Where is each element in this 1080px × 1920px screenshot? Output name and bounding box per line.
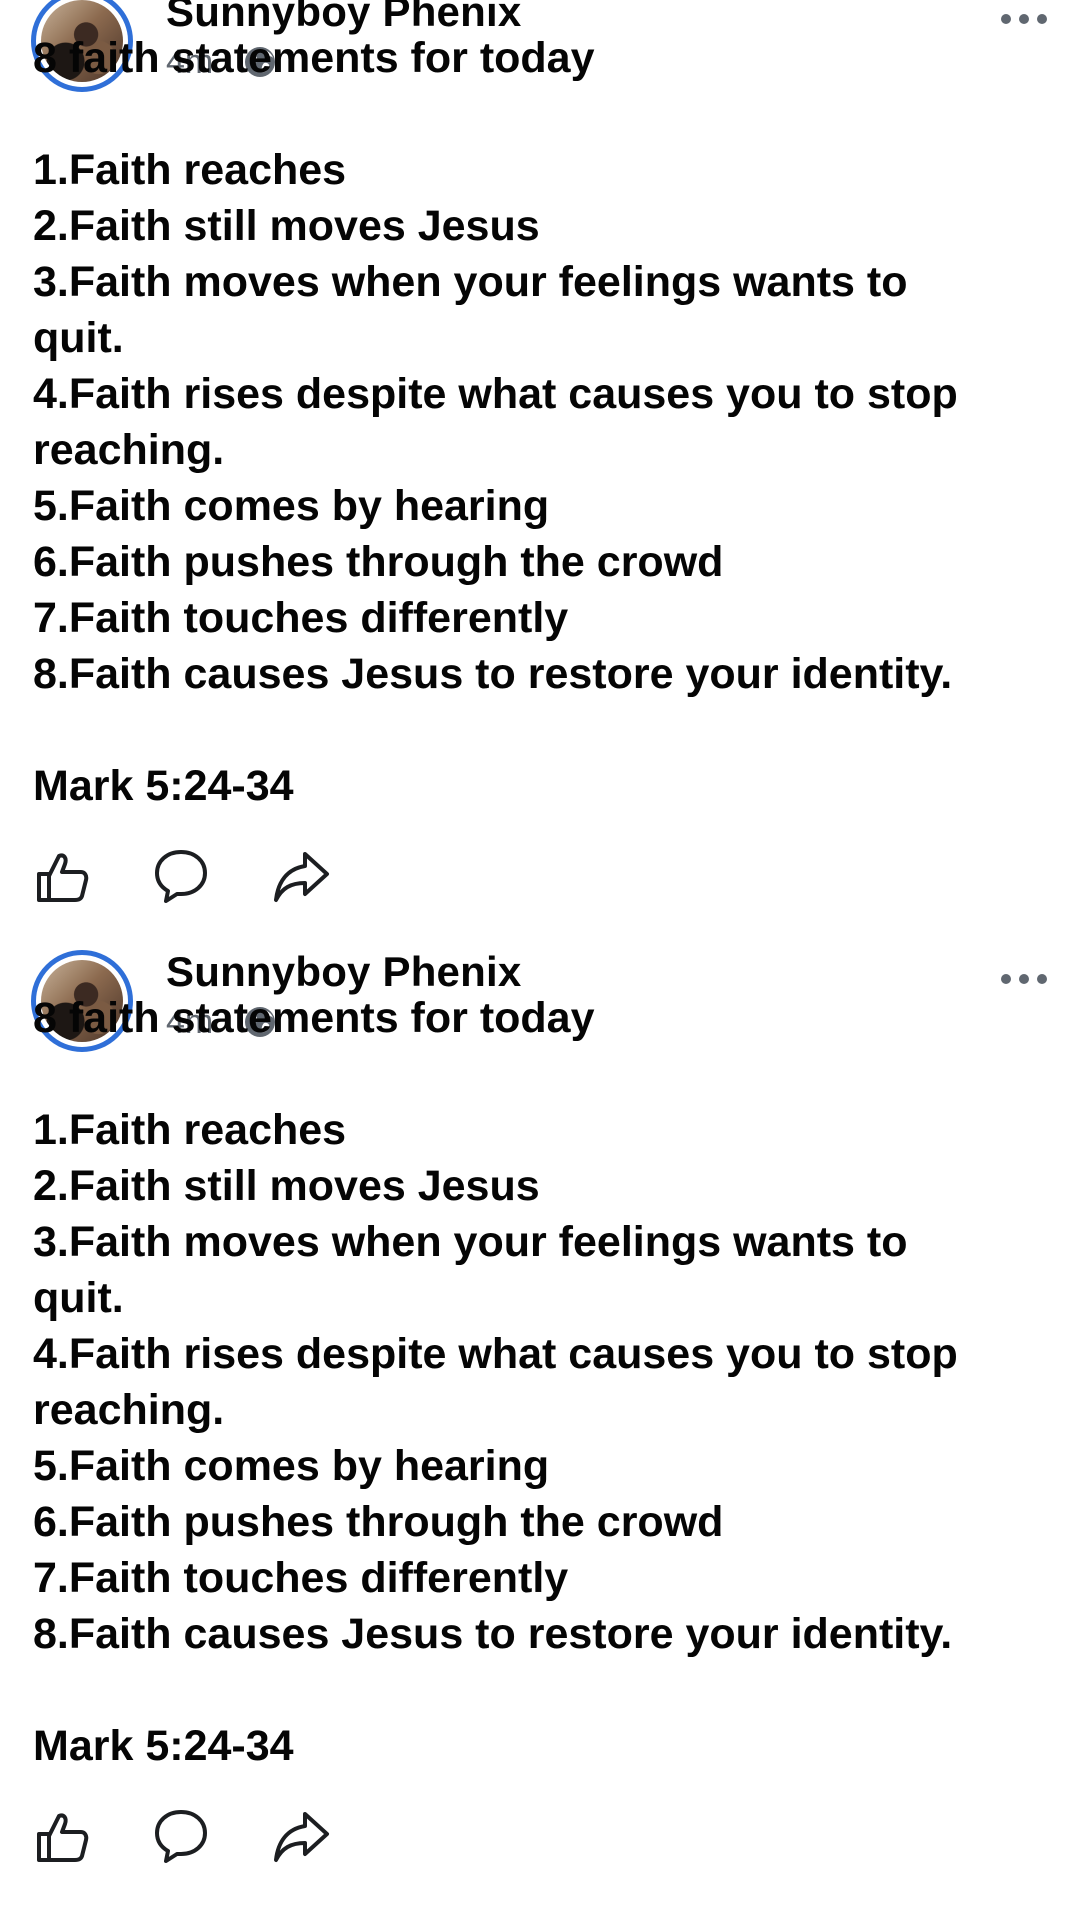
statement-line: 5.Faith comes by hearing bbox=[33, 482, 550, 530]
scripture-reference: Mark 5:24-34 bbox=[33, 1722, 294, 1770]
post-actions bbox=[31, 1806, 351, 1866]
dot bbox=[1019, 14, 1029, 24]
post-card: Sunnyboy Phenix 4m · 8 faith statements … bbox=[0, 0, 1080, 903]
dot bbox=[1001, 974, 1011, 984]
comment-icon[interactable] bbox=[151, 1806, 211, 1866]
post-title: 8 faith statements for today bbox=[33, 34, 595, 82]
statement-line: 6.Faith pushes through the crowd bbox=[33, 1498, 724, 1546]
post-text: 8 faith statements for today 1.Faith rea… bbox=[33, 30, 1053, 814]
dot bbox=[1001, 14, 1011, 24]
statement-line: 8.Faith causes Jesus to restore your ide… bbox=[33, 1610, 953, 1658]
statement-line: 1.Faith reaches bbox=[33, 1106, 347, 1154]
post-title: 8 faith statements for today bbox=[33, 994, 595, 1042]
statement-line: 5.Faith comes by hearing bbox=[33, 1442, 550, 1490]
statement-line: quit. bbox=[33, 314, 124, 362]
statement-line: 3.Faith moves when your feelings wants t… bbox=[33, 1218, 908, 1266]
scripture-reference: Mark 5:24-34 bbox=[33, 762, 294, 810]
statement-line: quit. bbox=[33, 1274, 124, 1322]
statement-line: 2.Faith still moves Jesus bbox=[33, 202, 540, 250]
statement-line: 6.Faith pushes through the crowd bbox=[33, 538, 724, 586]
post-card: Sunnyboy Phenix 4m · 8 faith statements … bbox=[0, 876, 1080, 1863]
statement-line: 1.Faith reaches bbox=[33, 146, 347, 194]
share-icon[interactable] bbox=[271, 1806, 331, 1866]
dot bbox=[1037, 14, 1047, 24]
statement-line: 4.Faith rises despite what causes you to… bbox=[33, 370, 958, 418]
dot bbox=[1019, 974, 1029, 984]
statement-line: reaching. bbox=[33, 426, 225, 474]
statement-line: 7.Faith touches differently bbox=[33, 1554, 569, 1602]
author-name[interactable]: Sunnyboy Phenix bbox=[166, 948, 521, 996]
statement-line: 2.Faith still moves Jesus bbox=[33, 1162, 540, 1210]
like-icon[interactable] bbox=[31, 1806, 91, 1866]
statement-line: reaching. bbox=[33, 1386, 225, 1434]
statement-line: 3.Faith moves when your feelings wants t… bbox=[33, 258, 908, 306]
statement-line: 4.Faith rises despite what causes you to… bbox=[33, 1330, 958, 1378]
statement-line: 7.Faith touches differently bbox=[33, 594, 569, 642]
post-text: 8 faith statements for today 1.Faith rea… bbox=[33, 990, 1053, 1774]
statement-line: 8.Faith causes Jesus to restore your ide… bbox=[33, 650, 953, 698]
dot bbox=[1037, 974, 1047, 984]
